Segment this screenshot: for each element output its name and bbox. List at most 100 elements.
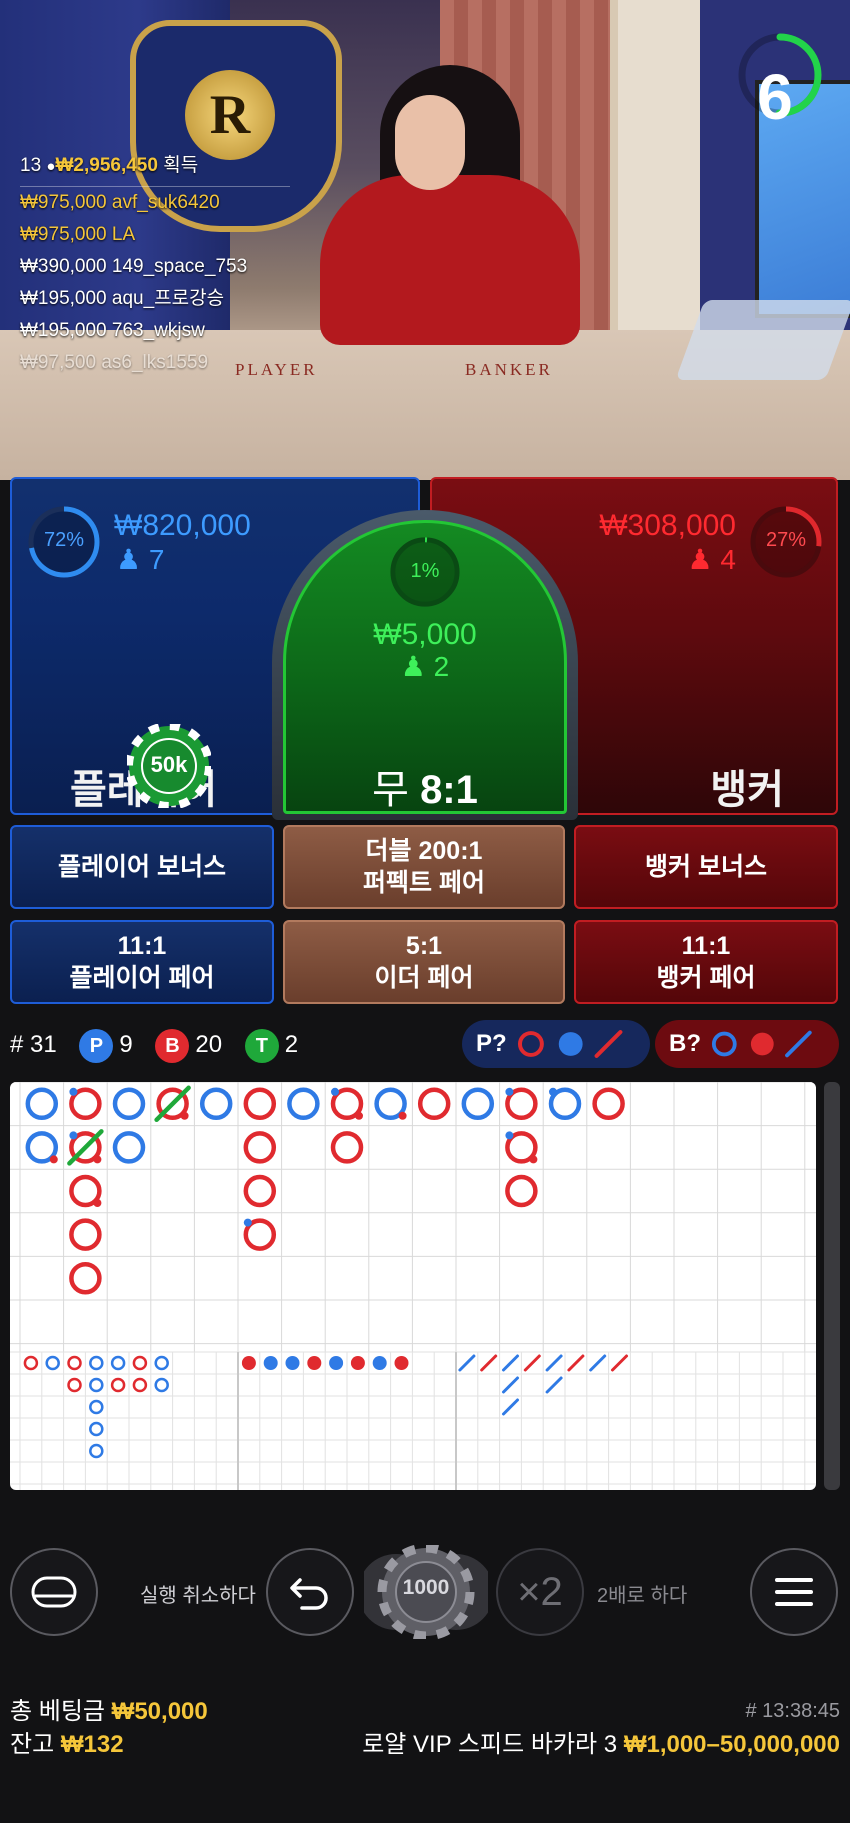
side-bet-banker-pair[interactable]: 11:1 뱅커 페어 — [574, 920, 838, 1004]
small-road-mark — [372, 1356, 387, 1370]
prediction-icons — [711, 1030, 812, 1058]
emblem-letter: R — [185, 70, 275, 160]
big-eye-road-mark — [67, 1355, 82, 1371]
side-bet-player-bonus[interactable]: 플레이어 보너스 — [10, 825, 274, 909]
winner-amount: ₩390,000 — [20, 256, 107, 277]
banker-pair-dot — [49, 1155, 58, 1164]
side-bet-label: 플레이어 보너스 — [58, 853, 226, 881]
winner-amount: ₩195,000 — [20, 320, 107, 341]
side-bet-label: 이더 페어 — [374, 964, 474, 992]
cockroach-road-mark — [545, 1376, 563, 1394]
big-road-mark — [243, 1131, 277, 1164]
banker-pair-dot — [93, 1199, 102, 1207]
banker-pair-dot — [180, 1111, 189, 1120]
round-count: # 31 — [10, 1031, 57, 1058]
big-eye-road-mark — [89, 1355, 104, 1371]
big-eye-road-mark — [89, 1377, 104, 1393]
player-pair-dot — [69, 1131, 78, 1140]
winner-row: ₩975,000 avf_suk6420 — [20, 187, 300, 219]
total-bet-value: ₩50,000 — [111, 1698, 208, 1725]
player-pair-dot — [69, 1087, 78, 1096]
big-eye-road-mark — [89, 1421, 104, 1437]
big-eye-road-mark — [110, 1377, 126, 1393]
banker-bettor-count: 4 — [720, 544, 736, 575]
winner-name: as6_lks1559 — [101, 352, 209, 373]
player-pair-dot — [331, 1087, 339, 1096]
player-bettors: ♟ 7 — [116, 543, 164, 576]
big-road-mark — [199, 1087, 233, 1121]
side-bet-label: 뱅커 페어 — [656, 964, 756, 992]
tie-bettor-count: 2 — [433, 651, 450, 682]
double-icon: ×2 — [517, 1569, 563, 1614]
winner-row: ₩195,000 763_wkjsw — [20, 315, 300, 347]
winners-total-suffix: 획득 — [163, 155, 199, 176]
winner-name: 149_space_753 — [111, 256, 248, 277]
big-road-mark — [505, 1174, 538, 1208]
winner-count: 13 — [20, 155, 42, 176]
big-eye-road-mark — [89, 1443, 104, 1459]
small-road-mark — [329, 1356, 344, 1370]
total-bet-row: 총 베팅금 ₩50,000 — [10, 1695, 208, 1728]
big-eye-road-mark — [45, 1355, 60, 1371]
winner-amount: ₩975,000 — [20, 192, 107, 213]
double-label: 2배로 하다 — [597, 1585, 688, 1607]
big-eye-road-mark — [132, 1355, 148, 1371]
table-info-row: 로얄 VIP 스피드 바카라 3 ₩1,000–50,000,000 — [362, 1728, 840, 1761]
player-bettor-count: 7 — [148, 544, 165, 575]
cockroach-road-mark — [589, 1354, 607, 1372]
tie-title: 무 8:1 — [286, 757, 564, 815]
tie-wins-icon: T — [244, 1028, 279, 1063]
big-eye-road-mark — [154, 1377, 169, 1393]
banker-prediction-label: B? — [669, 1030, 701, 1057]
small-road-mark — [394, 1356, 409, 1370]
big-road-mark — [592, 1087, 625, 1121]
roadmap-scoreboard[interactable] — [10, 1082, 816, 1490]
big-road-mark — [243, 1174, 277, 1208]
side-bet-payout: 5:1 — [405, 932, 443, 960]
small-road-mark — [263, 1356, 278, 1370]
winner-name: avf_suk6420 — [111, 192, 220, 213]
menu-button[interactable] — [750, 1548, 838, 1636]
side-bet-label: 플레이어 페어 — [69, 964, 215, 992]
table-view-button[interactable] — [10, 1548, 98, 1636]
player-bet-amount: ₩820,000 — [114, 509, 251, 542]
side-bet-payout: 11:1 — [681, 932, 731, 960]
winners-total: ₩2,956,450 — [55, 155, 158, 176]
banker-percent: 27% — [765, 529, 807, 551]
big-eye-road-mark — [110, 1355, 126, 1371]
banker-pair-dot — [398, 1111, 407, 1120]
banker-pair-dot — [93, 1155, 102, 1164]
side-bet-perfect-pair[interactable]: 더블 200:1 퍼펙트 페어 — [283, 825, 565, 909]
player-pair-dot — [549, 1087, 557, 1096]
side-bet-either-pair[interactable]: 5:1 이더 페어 — [283, 920, 565, 1004]
banker-pair-dot — [529, 1155, 538, 1164]
banker-pair-dot — [355, 1111, 363, 1120]
banker-prediction-button[interactable]: B? — [655, 1020, 839, 1068]
small-road-mark — [241, 1356, 256, 1370]
tie-bettors: ♟ 2 — [286, 650, 564, 683]
big-eye-road-mark — [67, 1377, 82, 1393]
big-road-mark — [243, 1087, 277, 1121]
undo-icon — [290, 1578, 328, 1610]
undo-button[interactable] — [266, 1548, 354, 1636]
roadmap-scrollbar[interactable] — [824, 1082, 840, 1490]
player-prediction-label: P? — [476, 1030, 507, 1057]
dealer-face — [395, 95, 465, 190]
hamburger-menu-icon — [775, 1578, 813, 1606]
banker-bet-amount: ₩308,000 — [599, 509, 736, 542]
double-button[interactable]: ×2 — [496, 1548, 584, 1636]
table-limits: ₩1,000–50,000,000 — [623, 1731, 840, 1758]
winners-summary: 13 ●₩2,956,450 획득 — [20, 150, 300, 182]
bet-zone-tie[interactable]: 1% ₩5,000 ♟ 2 무 8:1 — [283, 520, 567, 814]
prediction-icons — [517, 1030, 623, 1058]
side-bet-banker-bonus[interactable]: 뱅커 보너스 — [574, 825, 838, 909]
player-wins-icon: P — [79, 1028, 114, 1063]
game-time: # 13:38:45 — [745, 1700, 840, 1722]
tie-percent: 1% — [410, 560, 440, 582]
side-bet-player-pair[interactable]: 11:1 플레이어 페어 — [10, 920, 274, 1004]
player-prediction-button[interactable]: P? — [462, 1020, 650, 1068]
table-label-banker: BANKER — [465, 360, 553, 379]
big-road-mark — [69, 1261, 102, 1295]
winner-amount: ₩195,000 — [20, 288, 107, 309]
big-eye-road-mark — [23, 1355, 39, 1371]
